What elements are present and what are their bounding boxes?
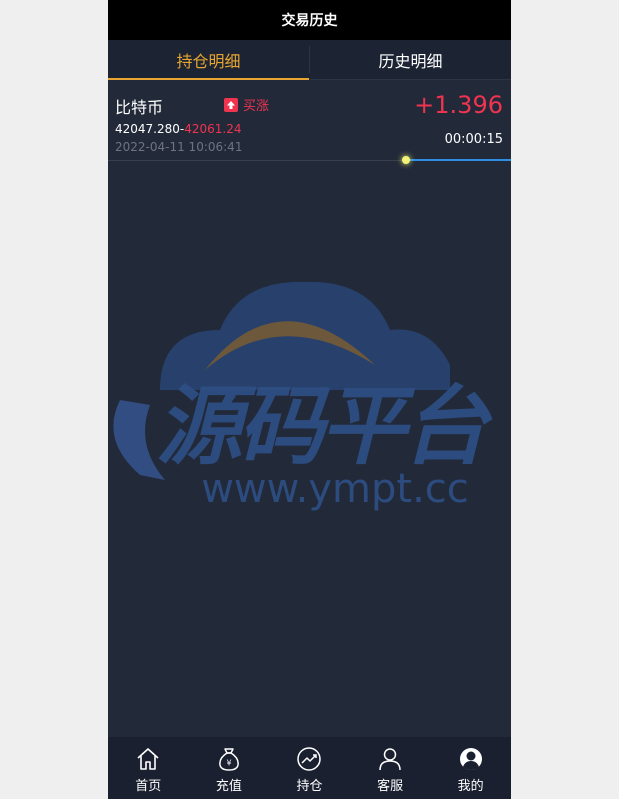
watermark-logo: 源码平台 www.ympt.cc	[113, 281, 497, 512]
countdown-timer: 00:00:15	[444, 132, 503, 147]
progress-bar	[406, 159, 511, 161]
order-time: 2022-04-11 10:06:41	[115, 140, 243, 154]
arrow-up-icon	[224, 97, 238, 112]
nav-positions-label: 持仓	[296, 779, 323, 794]
watermark-text: 源码平台	[156, 377, 493, 477]
bottom-nav: 首页 ¥ 充值 持仓 客服 我的	[108, 737, 511, 799]
svg-text:¥: ¥	[226, 759, 231, 768]
direction-badge: 买涨	[224, 95, 269, 114]
tab-bar: 持仓明细 历史明细	[108, 40, 511, 80]
coin-name: 比特币	[115, 98, 164, 117]
home-icon	[137, 748, 159, 770]
nav-home[interactable]: 首页	[108, 737, 189, 799]
watermark-url: www.ympt.cc	[201, 466, 469, 512]
direction-label: 买涨	[243, 99, 270, 114]
page-title: 交易历史	[108, 0, 511, 40]
current-price: 42061.24	[184, 122, 242, 136]
user-avatar-icon	[459, 748, 482, 770]
nav-service[interactable]: 客服	[350, 737, 431, 799]
tab-history[interactable]: 历史明细	[310, 40, 511, 79]
nav-positions[interactable]: 持仓	[269, 737, 350, 799]
money-bag-icon: ¥	[219, 748, 239, 771]
tab-positions[interactable]: 持仓明细	[108, 40, 309, 80]
order-row[interactable]: 比特币 买涨 42047.280-42061.24 2022-04-11 10:…	[108, 80, 511, 164]
nav-recharge[interactable]: ¥ 充值	[189, 737, 270, 799]
chart-circle-icon	[297, 747, 322, 771]
nav-home-label: 首页	[135, 779, 162, 794]
nav-service-label: 客服	[377, 779, 404, 794]
nav-mine[interactable]: 我的	[430, 737, 511, 799]
nav-recharge-label: 充值	[215, 779, 242, 794]
nav-mine-label: 我的	[457, 779, 484, 794]
open-price: 42047.280	[115, 122, 180, 136]
progress-dot	[402, 156, 410, 164]
price-range: 42047.280-42061.24	[115, 122, 242, 136]
app-screen: 交易历史 持仓明细 历史明细 比特币 买涨 42047.280-42061.24…	[108, 0, 511, 799]
person-icon	[379, 748, 401, 771]
profit-value: +1.396	[414, 91, 503, 119]
